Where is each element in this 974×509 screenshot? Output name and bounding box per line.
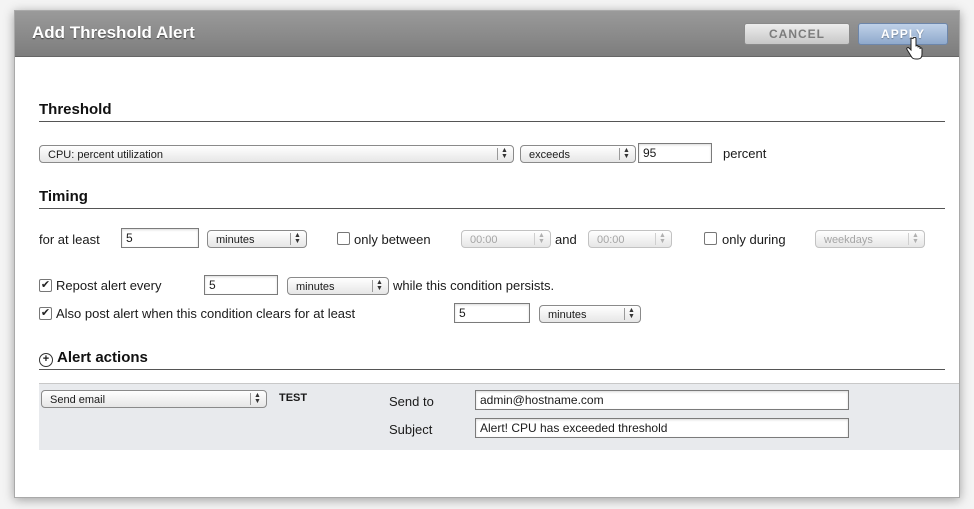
repost-label: Repost alert every (56, 278, 162, 293)
select-arrows-icon: ▲ ▼ (908, 232, 922, 245)
select-arrows-icon: ▲ ▼ (250, 392, 264, 405)
for-at-least-unit-value: minutes (216, 234, 255, 246)
send-to-label: Send to (389, 394, 434, 409)
clear-alert-label: Also post alert when this condition clea… (56, 306, 356, 321)
metric-select-value: CPU: percent utilization (48, 149, 163, 161)
select-arrows-icon: ▲ ▼ (290, 232, 304, 245)
cancel-button[interactable]: CANCEL (744, 23, 850, 45)
clear-unit-value: minutes (548, 309, 587, 321)
threshold-alert-dialog: Add Threshold Alert CANCEL APPLY Thresho… (14, 10, 960, 498)
dialog-titlebar: Add Threshold Alert CANCEL APPLY (15, 11, 959, 60)
threshold-unit-label: percent (723, 146, 767, 161)
for-at-least-unit-select[interactable]: minutes ▲ ▼ (207, 230, 307, 248)
repost-unit-value: minutes (296, 281, 335, 293)
repost-checkbox[interactable]: ✔ (39, 279, 52, 292)
send-to-input[interactable]: admin@hostname.com (475, 390, 849, 410)
metric-select[interactable]: CPU: percent utilization ▲ ▼ (39, 145, 514, 163)
subject-label: Subject (389, 422, 433, 437)
for-at-least-input[interactable]: 5 (121, 228, 199, 248)
alert-actions-heading: Alert actions (39, 349, 945, 370)
for-at-least-label: for at least (39, 232, 100, 247)
and-label: and (555, 232, 577, 247)
between-end-value: 00:00 (597, 234, 625, 246)
only-during-value: weekdays (824, 234, 873, 246)
only-during-label: only during (722, 232, 786, 247)
hand-cursor-icon (906, 37, 923, 60)
clear-unit-select[interactable]: minutes ▲ ▼ (539, 305, 641, 323)
select-arrows-icon: ▲ ▼ (624, 307, 638, 320)
threshold-heading: Threshold (39, 101, 945, 122)
between-end-select[interactable]: 00:00 ▲ ▼ (588, 230, 672, 248)
clear-interval-input[interactable]: 5 (454, 303, 530, 323)
select-arrows-icon: ▲ ▼ (497, 147, 511, 160)
repost-suffix-label: while this condition persists. (393, 278, 555, 293)
select-arrows-icon: ▲ ▼ (534, 232, 548, 245)
apply-button[interactable]: APPLY (858, 23, 948, 45)
action-type-select[interactable]: Send email ▲ ▼ (41, 390, 267, 408)
test-action-link[interactable]: TEST (279, 392, 307, 404)
only-during-select[interactable]: weekdays ▲ ▼ (815, 230, 925, 248)
repost-interval-input[interactable]: 5 (204, 275, 278, 295)
select-arrows-icon: ▲ ▼ (372, 279, 386, 292)
operator-select-value: exceeds (529, 149, 570, 161)
timing-heading: Timing (39, 188, 945, 209)
operator-select[interactable]: exceeds ▲ ▼ (520, 145, 636, 163)
action-type-value: Send email (50, 394, 106, 406)
subject-input[interactable]: Alert! CPU has exceeded threshold (475, 418, 849, 438)
select-arrows-icon: ▲ ▼ (619, 147, 633, 160)
threshold-value-input[interactable]: 95 (638, 143, 712, 163)
only-between-label: only between (354, 232, 431, 247)
repost-unit-select[interactable]: minutes ▲ ▼ (287, 277, 389, 295)
dialog-title: Add Threshold Alert (32, 23, 195, 42)
only-between-checkbox[interactable] (337, 232, 350, 245)
alert-action-row: Send email ▲ ▼ TEST Send to admin@hostnam… (39, 383, 959, 450)
only-during-checkbox[interactable] (704, 232, 717, 245)
select-arrows-icon: ▲ ▼ (655, 232, 669, 245)
between-start-select[interactable]: 00:00 ▲ ▼ (461, 230, 551, 248)
between-start-value: 00:00 (470, 234, 498, 246)
clear-alert-checkbox[interactable]: ✔ (39, 307, 52, 320)
